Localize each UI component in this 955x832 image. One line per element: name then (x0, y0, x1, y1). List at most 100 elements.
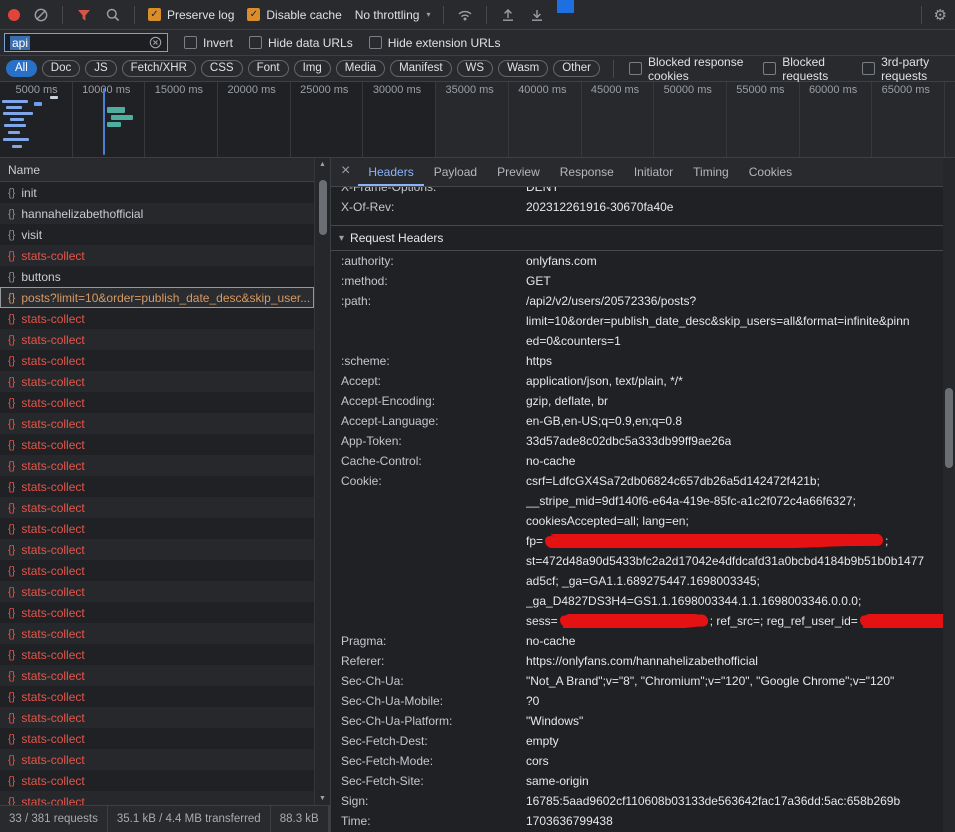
record-button[interactable] (8, 9, 20, 21)
name-column-header[interactable]: Name (0, 158, 314, 182)
request-row[interactable]: {} posts?limit=10&order=publish_date_des… (0, 287, 314, 308)
type-filter-chip[interactable]: Img (294, 60, 331, 77)
checkbox-icon: ✓ (249, 36, 262, 49)
script-icon: {} (8, 187, 15, 199)
type-filter-chip[interactable]: JS (85, 60, 116, 77)
script-icon: {} (8, 544, 15, 556)
script-icon: {} (8, 607, 15, 619)
request-row[interactable]: {} init (0, 182, 314, 203)
waterfall-bar (12, 145, 22, 148)
request-row[interactable]: {} stats-collect (0, 770, 314, 791)
request-row[interactable]: {} stats-collect (0, 665, 314, 686)
details-tab[interactable]: Cookies (739, 158, 802, 186)
redaction-scribble (560, 614, 708, 627)
request-row[interactable]: {} stats-collect (0, 707, 314, 728)
request-row[interactable]: {} stats-collect (0, 308, 314, 329)
extra-filter-checkbox-label: Blocked response cookies (648, 55, 747, 83)
filter-checkbox[interactable]: ✓ Hide extension URLs (369, 36, 501, 50)
request-row[interactable]: {} stats-collect (0, 749, 314, 770)
import-har-icon[interactable] (500, 7, 516, 23)
close-icon[interactable]: × (339, 162, 358, 182)
request-row[interactable]: {} stats-collect (0, 413, 314, 434)
type-filter-chip[interactable]: Wasm (498, 60, 548, 77)
script-icon: {} (8, 439, 15, 451)
request-row[interactable]: {} stats-collect (0, 329, 314, 350)
scrollbar-thumb[interactable] (319, 180, 327, 235)
request-row[interactable]: {} stats-collect (0, 560, 314, 581)
request-list-scrollbar[interactable]: ▲ ▼ (314, 158, 330, 805)
type-filter-chip[interactable]: Manifest (390, 60, 451, 77)
type-filter-chip[interactable]: Fetch/XHR (122, 60, 196, 77)
checkbox-icon: ✓ (184, 36, 197, 49)
script-icon: {} (8, 292, 15, 304)
request-row[interactable]: {} stats-collect (0, 371, 314, 392)
request-row[interactable]: {} stats-collect (0, 245, 314, 266)
request-row[interactable]: {} stats-collect (0, 518, 314, 539)
type-filter-chip[interactable]: All (6, 60, 37, 77)
header-row-clipped: X-Frame-Options: DENY (331, 187, 943, 197)
details-tab[interactable]: Response (550, 158, 624, 186)
request-row[interactable]: {} stats-collect (0, 644, 314, 665)
scroll-down-icon[interactable]: ▼ (315, 795, 330, 802)
scroll-up-icon[interactable]: ▲ (315, 161, 330, 168)
search-icon[interactable] (105, 7, 121, 23)
type-filter-chip[interactable]: Font (248, 60, 289, 77)
header-row: _ga_D4827DS3H4=GS1.1.1698003344.1.1.1698… (331, 591, 943, 611)
request-row[interactable]: {} visit (0, 224, 314, 245)
request-name: stats-collect (21, 501, 84, 515)
request-row[interactable]: {} hannahelizabethofficial (0, 203, 314, 224)
request-row[interactable]: {} buttons (0, 266, 314, 287)
request-row[interactable]: {} stats-collect (0, 476, 314, 497)
timeline-overview[interactable]: 5000 ms10000 ms15000 ms20000 ms25000 ms3… (0, 82, 955, 158)
clear-log-icon[interactable] (33, 7, 49, 23)
details-scrollbar[interactable] (943, 158, 955, 832)
scrollbar-thumb[interactable] (945, 388, 953, 468)
request-row[interactable]: {} stats-collect (0, 350, 314, 371)
clear-filter-icon[interactable] (149, 36, 162, 49)
filter-checkbox[interactable]: ✓ Hide data URLs (249, 36, 353, 50)
request-row[interactable]: {} stats-collect (0, 728, 314, 749)
type-filter-chip[interactable]: Other (553, 60, 600, 77)
filter-input[interactable]: api (4, 33, 168, 52)
details-tab[interactable]: Payload (424, 158, 487, 186)
extra-filter-checkbox[interactable]: ✓ Blocked response cookies (629, 55, 747, 83)
script-icon: {} (8, 334, 15, 346)
disable-cache-checkbox[interactable]: ✓ Disable cache (247, 8, 341, 22)
request-name: stats-collect (21, 753, 84, 767)
script-icon: {} (8, 649, 15, 661)
settings-gear-icon[interactable]: ⚙ (934, 6, 947, 24)
details-tab[interactable]: Headers (358, 158, 423, 186)
export-har-icon[interactable] (529, 7, 545, 23)
request-row[interactable]: {} stats-collect (0, 791, 314, 805)
type-filter-chip[interactable]: Doc (42, 60, 80, 77)
request-row[interactable]: {} stats-collect (0, 392, 314, 413)
type-filter-chip[interactable]: Media (336, 60, 385, 77)
header-row: Sec-Fetch-Dest: empty (331, 731, 943, 751)
request-row[interactable]: {} stats-collect (0, 434, 314, 455)
request-row[interactable]: {} stats-collect (0, 686, 314, 707)
filter-icon[interactable] (76, 7, 92, 23)
triangle-down-icon: ▾ (339, 233, 344, 244)
network-conditions-icon[interactable] (457, 7, 473, 23)
request-row[interactable]: {} stats-collect (0, 497, 314, 518)
request-row[interactable]: {} stats-collect (0, 623, 314, 644)
details-tab[interactable]: Initiator (624, 158, 683, 186)
throttling-dropdown[interactable]: No throttling ▾ (355, 8, 431, 22)
preserve-log-checkbox[interactable]: ✓ Preserve log (148, 8, 234, 22)
header-row: Referer: https://onlyfans.com/hannaheliz… (331, 651, 943, 671)
checkbox-icon: ✓ (369, 36, 382, 49)
request-row[interactable]: {} stats-collect (0, 455, 314, 476)
details-tab[interactable]: Preview (487, 158, 550, 186)
request-headers-section-header[interactable]: ▾ Request Headers (331, 225, 943, 251)
details-tab[interactable]: Timing (683, 158, 739, 186)
script-icon: {} (8, 628, 15, 640)
request-row[interactable]: {} stats-collect (0, 602, 314, 623)
filter-checkbox[interactable]: ✓ Invert (184, 36, 233, 50)
extra-filter-checkbox[interactable]: ✓ 3rd-party requests (862, 55, 949, 83)
type-filter-chip[interactable]: CSS (201, 60, 243, 77)
type-filter-chip[interactable]: WS (457, 60, 494, 77)
extra-filter-checkbox[interactable]: ✓ Blocked requests (763, 55, 846, 83)
request-row[interactable]: {} stats-collect (0, 581, 314, 602)
filter-bar: api ✓ Invert ✓ Hide data URLs ✓ Hide ext… (0, 30, 955, 56)
request-row[interactable]: {} stats-collect (0, 539, 314, 560)
